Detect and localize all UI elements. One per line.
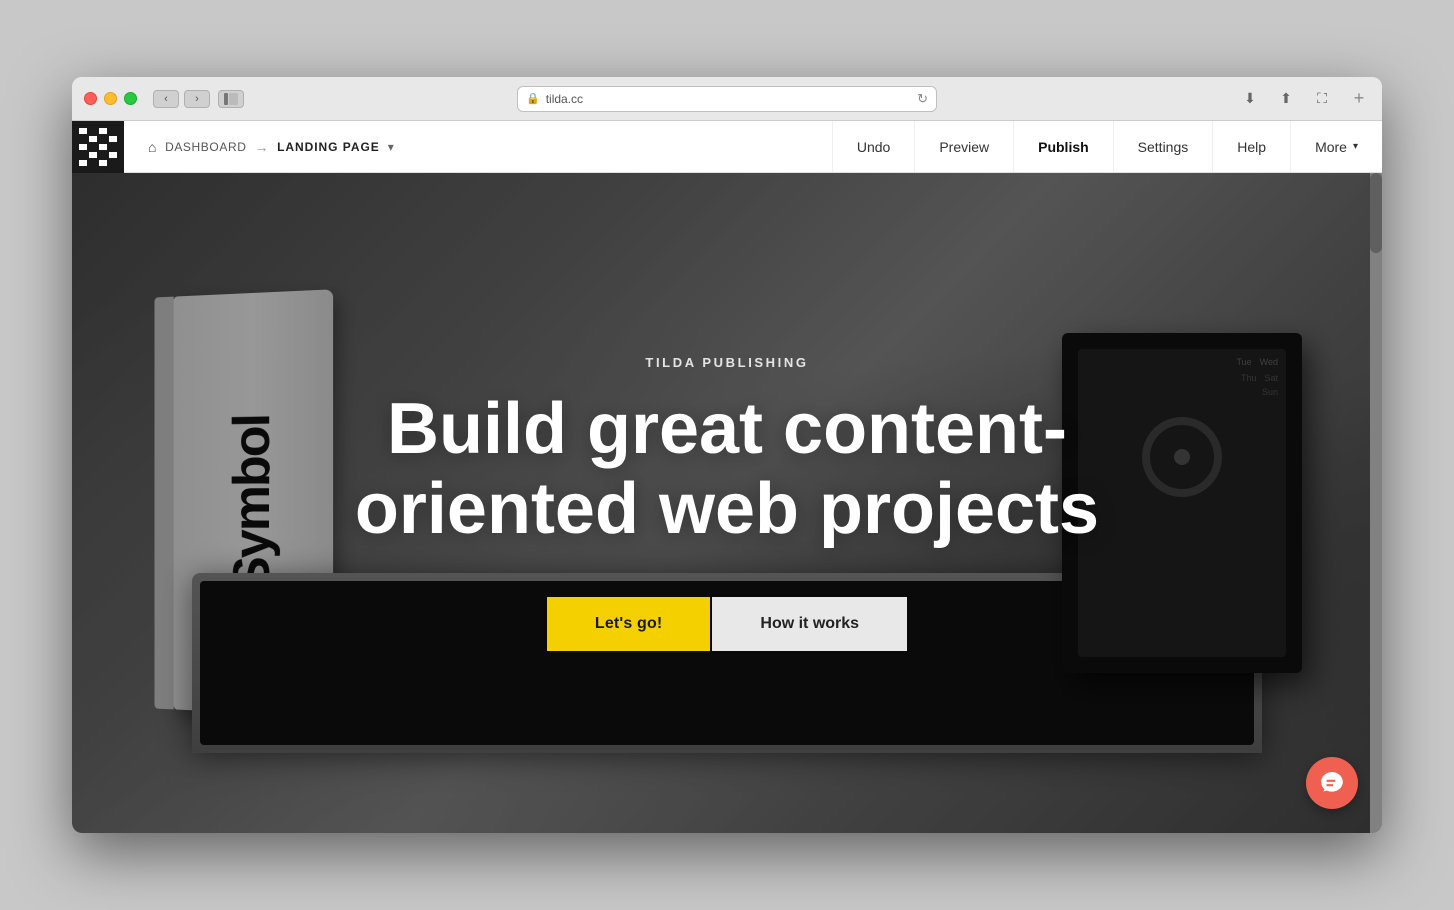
cta-secondary-button[interactable]: How it works bbox=[712, 597, 907, 651]
sidebar-toggle-button[interactable] bbox=[218, 90, 244, 108]
minimize-button[interactable] bbox=[104, 92, 117, 105]
navbar-right: Undo Preview Publish Settings Help More … bbox=[832, 121, 1382, 172]
new-tab-button[interactable]: + bbox=[1348, 88, 1370, 110]
preview-button[interactable]: Preview bbox=[914, 121, 1013, 172]
breadcrumb-dropdown-arrow[interactable]: ▾ bbox=[388, 140, 395, 154]
publish-button[interactable]: Publish bbox=[1013, 121, 1113, 172]
share-icon-btn[interactable]: ⬆ bbox=[1272, 89, 1300, 109]
mac-window: ‹ › 🔒 tilda.cc ↻ ⬇ ⬆ ⛶ + bbox=[72, 77, 1382, 833]
close-button[interactable] bbox=[84, 92, 97, 105]
logo-cell bbox=[109, 152, 117, 158]
hero-content: TILDA PUBLISHING Build great content-ori… bbox=[72, 173, 1382, 833]
cta-primary-button[interactable]: Let's go! bbox=[547, 597, 710, 651]
logo-cell bbox=[99, 136, 107, 142]
lock-icon: 🔒 bbox=[526, 92, 540, 105]
address-bar[interactable]: 🔒 tilda.cc ↻ bbox=[517, 86, 937, 112]
logo-cell bbox=[89, 144, 97, 150]
forward-button[interactable]: › bbox=[184, 90, 210, 108]
url-text: tilda.cc bbox=[546, 92, 583, 106]
home-icon[interactable]: ⌂ bbox=[148, 139, 157, 155]
undo-button[interactable]: Undo bbox=[832, 121, 914, 172]
tilda-logo bbox=[72, 121, 124, 173]
address-bar-container: 🔒 tilda.cc ↻ bbox=[517, 86, 937, 112]
chevron-down-icon: ▾ bbox=[1353, 141, 1358, 152]
download-icon-btn[interactable]: ⬇ bbox=[1236, 89, 1264, 109]
logo-cell bbox=[109, 128, 117, 134]
help-button[interactable]: Help bbox=[1212, 121, 1290, 172]
fullscreen-icon-btn[interactable]: ⛶ bbox=[1308, 89, 1336, 109]
logo-cell bbox=[99, 152, 107, 158]
logo-cell bbox=[89, 128, 97, 134]
breadcrumb: ⌂ DASHBOARD → LANDING PAGE ▾ bbox=[148, 139, 394, 155]
logo-cell bbox=[89, 152, 97, 158]
chat-bubble-button[interactable] bbox=[1306, 757, 1358, 809]
logo-cell bbox=[109, 160, 117, 166]
navbar-left: ⌂ DASHBOARD → LANDING PAGE ▾ bbox=[140, 139, 832, 155]
logo-cell bbox=[109, 136, 117, 142]
browser-nav-buttons: ‹ › bbox=[153, 90, 210, 108]
app-navbar: ⌂ DASHBOARD → LANDING PAGE ▾ Undo Previe… bbox=[72, 121, 1382, 173]
breadcrumb-current-page: LANDING PAGE bbox=[277, 140, 380, 154]
hero-buttons: Let's go! How it works bbox=[547, 597, 907, 651]
logo-cell bbox=[99, 160, 107, 166]
logo-cell bbox=[99, 128, 107, 134]
logo-cell bbox=[89, 136, 97, 142]
logo-cell bbox=[79, 144, 87, 150]
reload-icon[interactable]: ↻ bbox=[917, 91, 928, 107]
logo-cell bbox=[79, 128, 87, 134]
back-button[interactable]: ‹ bbox=[153, 90, 179, 108]
logo-cell bbox=[79, 152, 87, 158]
chat-icon bbox=[1319, 770, 1345, 796]
content-area: TueWed ThuSat Sun TILDA PUBLISHING Build… bbox=[72, 173, 1382, 833]
logo-cell bbox=[79, 136, 87, 142]
logo-cell bbox=[109, 144, 117, 150]
maximize-button[interactable] bbox=[124, 92, 137, 105]
title-bar: ‹ › 🔒 tilda.cc ↻ ⬇ ⬆ ⛶ + bbox=[72, 77, 1382, 121]
breadcrumb-dashboard[interactable]: DASHBOARD bbox=[165, 140, 246, 154]
more-button[interactable]: More ▾ bbox=[1290, 121, 1382, 172]
titlebar-right-buttons: ⬇ ⬆ ⛶ + bbox=[1236, 88, 1370, 110]
breadcrumb-separator: → bbox=[254, 139, 269, 155]
more-label: More bbox=[1315, 139, 1347, 155]
logo-cell bbox=[89, 160, 97, 166]
hero-title: Build great content-oriented web project… bbox=[277, 390, 1177, 548]
logo-cell bbox=[99, 144, 107, 150]
hero-subtitle: TILDA PUBLISHING bbox=[645, 355, 808, 370]
settings-button[interactable]: Settings bbox=[1113, 121, 1213, 172]
traffic-lights bbox=[84, 92, 137, 105]
logo-cell bbox=[79, 160, 87, 166]
